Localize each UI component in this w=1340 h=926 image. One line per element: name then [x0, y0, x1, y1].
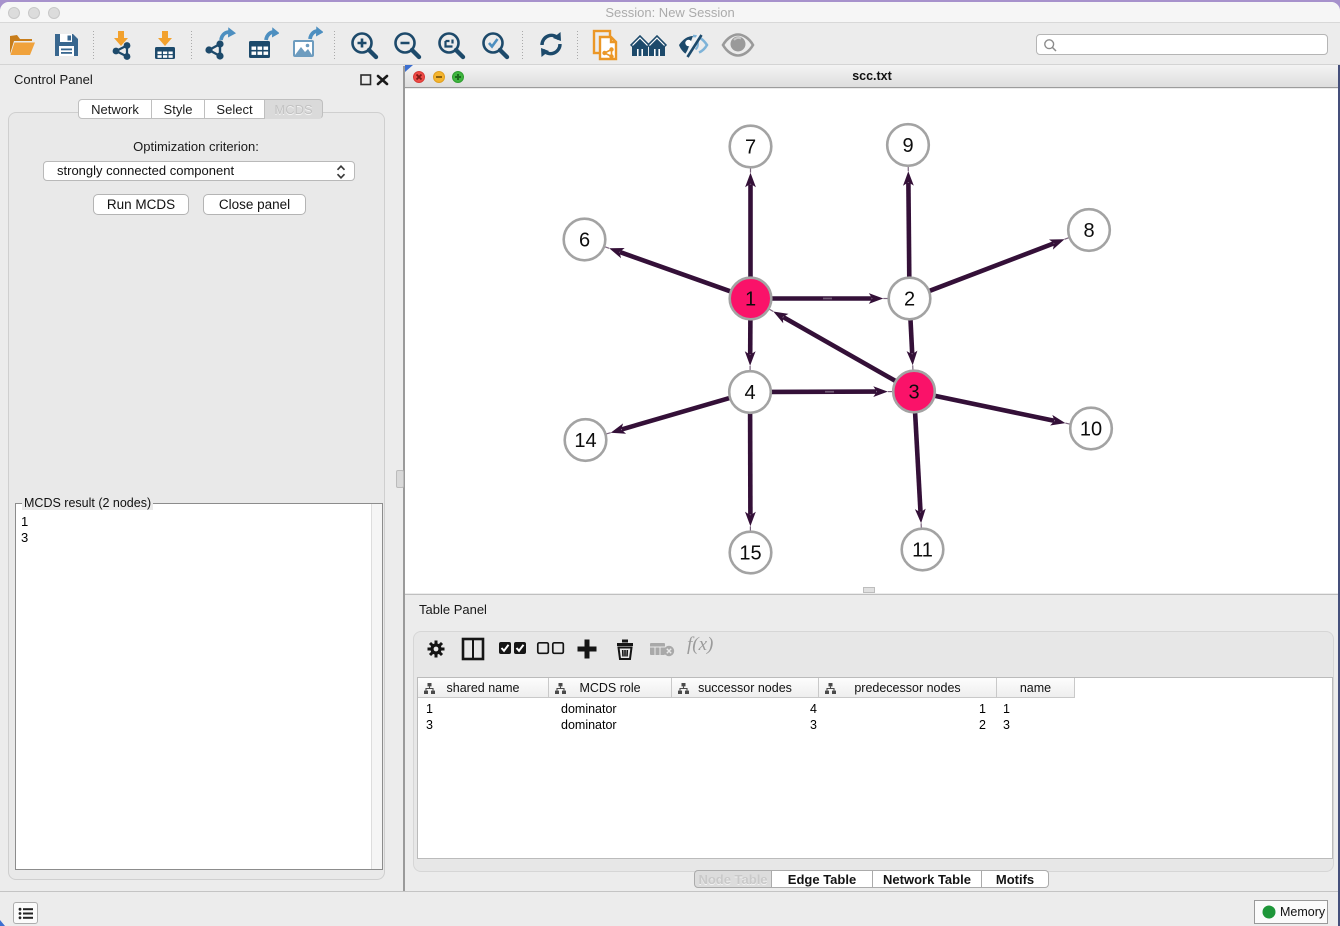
svg-text:2: 2 — [904, 289, 915, 311]
svg-text:8: 8 — [1083, 220, 1094, 242]
svg-text:1: 1 — [745, 289, 756, 311]
svg-text:4: 4 — [744, 382, 755, 404]
svg-text:15: 15 — [739, 543, 761, 565]
svg-text:14: 14 — [574, 430, 596, 452]
svg-text:3: 3 — [908, 382, 919, 404]
svg-text:11: 11 — [912, 540, 933, 562]
svg-text:9: 9 — [902, 135, 913, 157]
svg-text:7: 7 — [745, 137, 756, 159]
svg-text:10: 10 — [1080, 419, 1102, 441]
svg-text:6: 6 — [579, 230, 590, 252]
